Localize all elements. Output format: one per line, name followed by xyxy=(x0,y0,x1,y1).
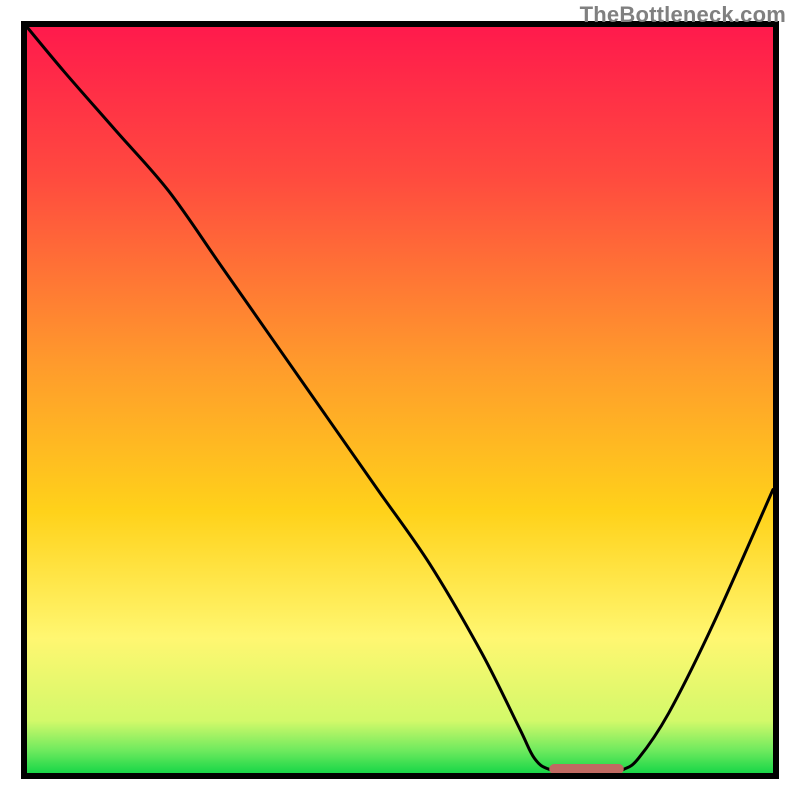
gradient-background xyxy=(27,27,773,773)
chart-container: TheBottleneck.com xyxy=(0,0,800,800)
watermark-text: TheBottleneck.com xyxy=(580,2,786,28)
bottleneck-chart xyxy=(0,0,800,800)
optimal-range-marker xyxy=(549,764,624,774)
